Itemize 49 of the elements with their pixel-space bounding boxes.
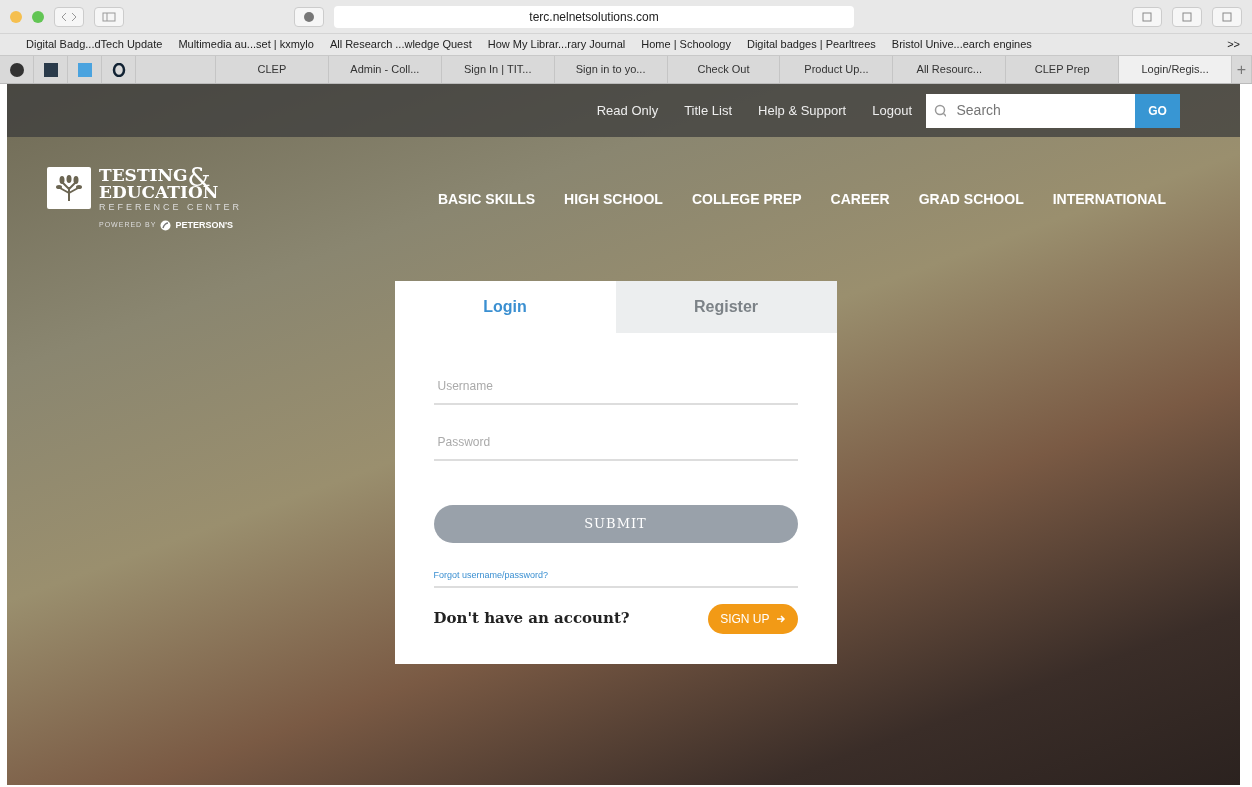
brand-name: PETERSON'S	[175, 218, 234, 232]
square-tile-icon[interactable]	[77, 62, 92, 77]
header-link[interactable]: Logout	[872, 100, 912, 121]
browser-tab[interactable]: Sign in to yo...	[554, 56, 668, 83]
browser-tab[interactable]: Login/Regis...	[1119, 56, 1232, 83]
search-box[interactable]: Search	[926, 93, 1135, 128]
bookmark-link[interactable]: Multimedia au...set | kxmylo	[178, 36, 314, 53]
nav-link[interactable]: HIGH SCHOOL	[564, 189, 663, 210]
search-icon	[934, 103, 947, 118]
logo-title: TESTING	[99, 167, 188, 184]
square-icon	[1141, 10, 1153, 23]
shield-button[interactable]	[294, 6, 324, 27]
bookmark-link[interactable]: All Research ...wledge Quest	[329, 36, 472, 53]
arrow-right-icon	[775, 613, 786, 624]
nav-link[interactable]: BASIC SKILLS	[437, 189, 536, 210]
logo-subtitle: REFERENCE CENTER	[99, 201, 242, 214]
ring-icon[interactable]	[111, 62, 126, 77]
header-link[interactable]: Help & Support	[758, 100, 847, 121]
browser-tab[interactable]: Product Up...	[780, 56, 894, 83]
bookmark-link[interactable]: Bristol Unive...earch engines	[891, 36, 1032, 53]
address-bar[interactable]: terc.nelnetsolutions.com	[334, 5, 854, 28]
square-icon	[1181, 10, 1193, 23]
browser-tab[interactable]: All Resourc...	[893, 56, 1007, 83]
sidebar-icon	[102, 11, 116, 22]
header-link[interactable]: Title List	[684, 100, 733, 121]
bookmark-link[interactable]: Digital badges | Pearltrees	[747, 36, 876, 53]
window-control-button[interactable]	[32, 10, 44, 23]
download-button[interactable]	[1132, 6, 1162, 27]
circle-icon	[303, 10, 315, 23]
forgot-password-link[interactable]: Forgot username/password?	[433, 569, 798, 588]
tree-logo-icon	[47, 167, 91, 209]
browser-tab[interactable]: Admin - Coll...	[328, 56, 442, 83]
browser-tab[interactable]: CLEP	[216, 56, 329, 83]
bookmark-link[interactable]: How My Librar...rary Journal	[487, 36, 626, 53]
header-link[interactable]: Read Only	[596, 100, 659, 121]
sidebar-button[interactable]	[94, 6, 124, 27]
window-control-button[interactable]	[10, 10, 22, 23]
bookmarks-overflow-button[interactable]: >>	[1227, 36, 1240, 53]
chevrons-icon	[60, 11, 78, 22]
brand-swirl-icon	[160, 219, 172, 231]
browser-tab[interactable]: Check Out	[667, 56, 781, 83]
bookmark-link[interactable]: Home | Schoology	[641, 36, 731, 53]
account-prompt: Don't have an account?	[433, 608, 630, 630]
square-icon	[1221, 10, 1233, 23]
bookmark-link[interactable]: Digital Badg...dTech Update	[26, 36, 163, 53]
browser-tab[interactable]: Sign In | TIT...	[441, 56, 555, 83]
tabs-button[interactable]	[1212, 6, 1242, 27]
back-forward-button[interactable]	[54, 6, 84, 27]
share-button[interactable]	[1172, 6, 1202, 27]
